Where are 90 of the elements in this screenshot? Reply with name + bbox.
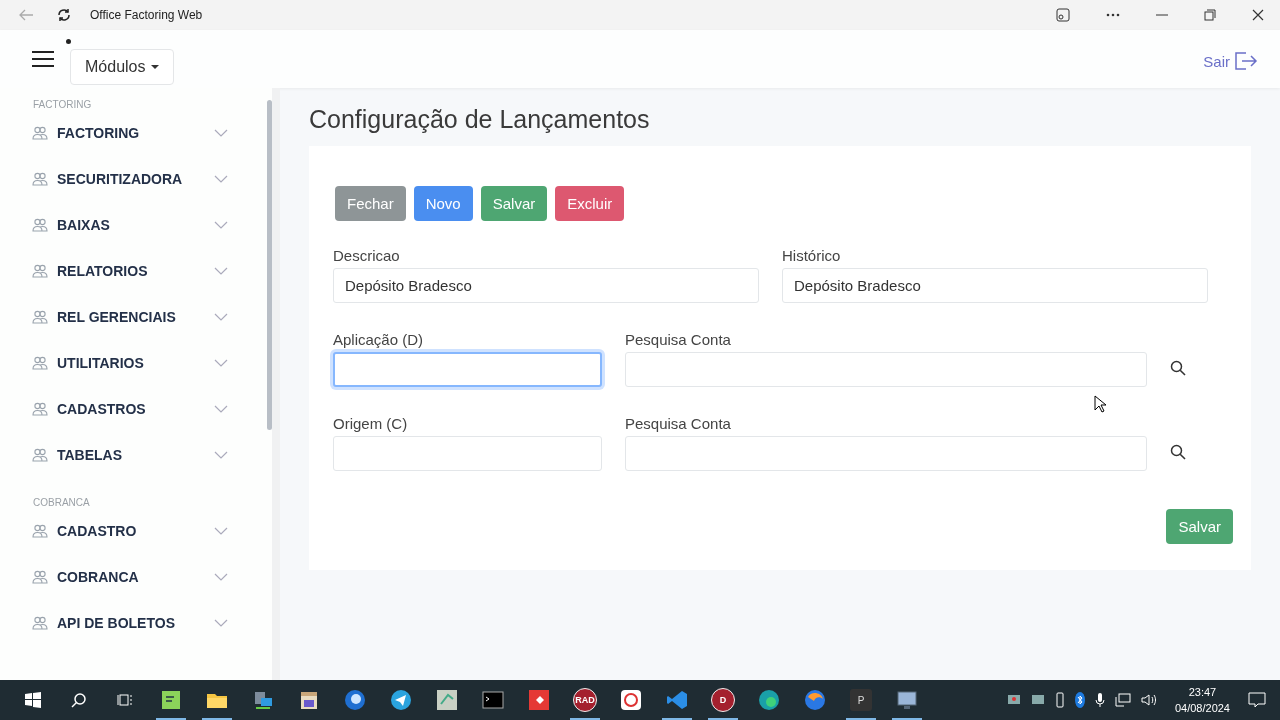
restore-icon[interactable] xyxy=(1204,9,1216,21)
more-icon[interactable] xyxy=(1106,13,1120,17)
app-icon[interactable] xyxy=(344,689,366,711)
text-field[interactable]: Depósito Bradesco xyxy=(782,268,1208,303)
sidebar-item[interactable]: BAIXAS xyxy=(0,202,262,248)
dot-icon xyxy=(66,39,71,44)
sidebar-item[interactable]: API DE BOLETOS xyxy=(0,600,262,646)
network-icon[interactable] xyxy=(1114,693,1131,707)
section-heading: COBRANCA xyxy=(32,496,91,508)
search-icon[interactable] xyxy=(71,692,87,708)
app-icon[interactable] xyxy=(160,689,182,711)
users-icon xyxy=(32,402,48,416)
section-heading: FACTORING xyxy=(32,98,93,110)
app-icon[interactable] xyxy=(252,689,274,711)
app-icon[interactable] xyxy=(390,689,412,711)
sidebar-item[interactable]: CADASTRO xyxy=(0,508,262,554)
app-icon[interactable]: P xyxy=(850,689,872,711)
menu-icon[interactable] xyxy=(32,50,54,68)
app-icon[interactable]: RAD xyxy=(573,688,597,712)
scrollbar[interactable] xyxy=(267,100,272,430)
search-icon[interactable] xyxy=(1170,444,1186,460)
chevron-down-icon xyxy=(214,359,228,367)
users-icon xyxy=(32,570,48,584)
sidebar-item[interactable]: TABELAS xyxy=(0,432,262,478)
app-icon[interactable] xyxy=(758,689,780,711)
chevron-down-icon xyxy=(214,619,228,627)
users-icon xyxy=(32,356,48,370)
usb-icon[interactable] xyxy=(1054,692,1065,708)
modules-dropdown[interactable]: Módulos xyxy=(70,49,175,85)
users-icon xyxy=(32,448,48,462)
app-icon[interactable] xyxy=(620,689,642,711)
users-icon xyxy=(32,310,48,324)
text-field[interactable]: Depósito Bradesco xyxy=(333,268,759,303)
caret-icon xyxy=(151,65,160,69)
logout-icon xyxy=(1234,51,1258,71)
chevron-down-icon xyxy=(214,405,228,413)
windows-start-icon[interactable] xyxy=(25,692,41,708)
volume-icon[interactable] xyxy=(1140,693,1157,707)
field-label: Aplicação (D) xyxy=(333,331,424,349)
chevron-down-icon xyxy=(214,313,228,321)
clock-time[interactable]: 23:47 xyxy=(1174,684,1230,700)
app-icon[interactable] xyxy=(298,689,320,711)
users-icon xyxy=(32,126,48,140)
sidebar-item[interactable]: SECURITIZADORA xyxy=(0,156,262,202)
window-title: Office Factoring Web xyxy=(90,8,203,22)
page-title: Configuração de Lançamentos xyxy=(309,105,651,134)
sidebar-item[interactable]: CADASTROS xyxy=(0,386,262,432)
sidebar-item[interactable]: UTILITARIOS xyxy=(0,340,262,386)
app-icon[interactable] xyxy=(896,689,918,711)
text-field[interactable] xyxy=(333,352,602,387)
notification-icon[interactable] xyxy=(1248,692,1266,708)
search-icon[interactable] xyxy=(1170,360,1186,376)
chevron-down-icon xyxy=(214,527,228,535)
close-icon[interactable] xyxy=(1252,9,1264,21)
app-icon[interactable] xyxy=(528,689,550,711)
app-icon[interactable] xyxy=(436,689,458,711)
logout-link[interactable]: Sair xyxy=(1197,50,1264,72)
chevron-down-icon xyxy=(214,129,228,137)
chevron-down-icon xyxy=(214,573,228,581)
chevron-down-icon xyxy=(214,267,228,275)
users-icon xyxy=(32,218,48,232)
chevron-down-icon xyxy=(214,175,228,183)
refresh-icon[interactable] xyxy=(56,7,72,23)
users-icon xyxy=(32,172,48,186)
account-search-field[interactable] xyxy=(625,352,1147,387)
users-icon xyxy=(32,264,48,278)
microphone-icon[interactable] xyxy=(1094,692,1105,708)
sidebar-item[interactable]: FACTORING xyxy=(0,110,262,156)
task-view-icon[interactable] xyxy=(117,692,133,708)
toolbar-button[interactable]: Excluir xyxy=(555,186,625,221)
field-label: Origem (C) xyxy=(333,415,408,433)
account-search-field[interactable] xyxy=(625,436,1147,471)
chevron-down-icon xyxy=(214,221,228,229)
bluetooth-icon[interactable] xyxy=(1074,692,1085,708)
chevron-down-icon xyxy=(214,451,228,459)
app-icon[interactable] xyxy=(804,689,826,711)
field-label: Histórico xyxy=(782,247,841,265)
field-label: Pesquisa Conta xyxy=(625,331,731,349)
mouse-cursor-icon xyxy=(1094,395,1106,413)
tray-icon[interactable] xyxy=(1030,693,1045,707)
clock-date[interactable]: 04/08/2024 xyxy=(1174,700,1230,716)
app-icon[interactable]: D xyxy=(711,688,735,712)
sidebar-item[interactable]: REL GERENCIAIS xyxy=(0,294,262,340)
field-label: Pesquisa Conta xyxy=(625,415,731,433)
field-label: Descricao xyxy=(333,247,400,265)
users-icon xyxy=(32,616,48,630)
sidebar-item[interactable]: RELATORIOS xyxy=(0,248,262,294)
tray-icon[interactable] xyxy=(1006,693,1021,707)
users-icon xyxy=(32,524,48,538)
sidebar-item[interactable]: COBRANCA xyxy=(0,554,262,600)
